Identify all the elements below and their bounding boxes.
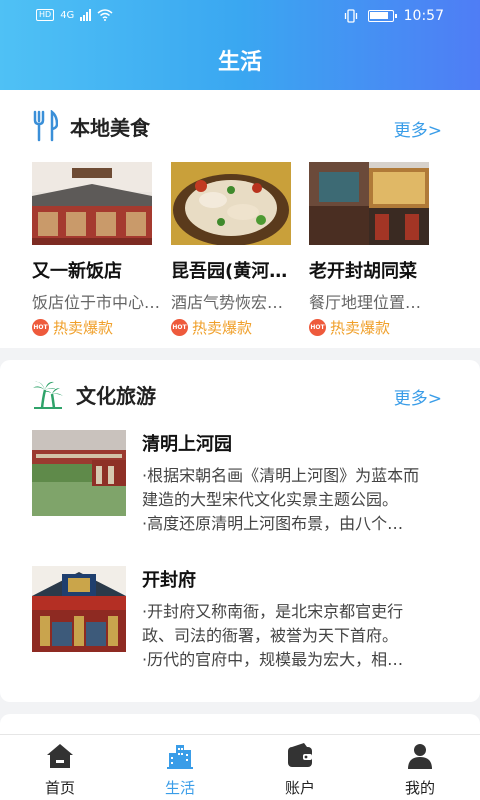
food-image	[171, 162, 291, 245]
food-more-link[interactable]: 更多>	[394, 116, 442, 141]
hot-badge-icon: HOT	[171, 319, 188, 336]
travel-image	[32, 430, 126, 516]
tab-label: 我的	[404, 779, 435, 797]
tab-mine[interactable]: 我的	[360, 735, 480, 800]
travel-section-title: 文化旅游	[76, 383, 156, 408]
travel-desc: ·开封府又称南衙，是北宋京都官吏行 政、司法的衙署，被誉为天下首府。 ·历代的官…	[142, 600, 432, 672]
food-section: 本地美食 更多> 又一新饭店 饭店位于市中心… HOT 热卖爆款 昆吾园(黄河……	[0, 90, 480, 348]
food-item[interactable]: 昆吾园(黄河… 酒店气势恢宏… HOT 热卖爆款	[171, 162, 291, 338]
tab-label: 首页	[44, 779, 75, 797]
user-icon	[408, 744, 432, 769]
food-item[interactable]: 又一新饭店 饭店位于市中心… HOT 热卖爆款	[32, 162, 160, 338]
travel-desc-line: 政、司法的衙署，被誉为天下首府。	[142, 626, 399, 645]
hot-label: 热卖爆款	[330, 319, 391, 337]
travel-desc-line: 建造的大型宋代文化实景主题公园。	[142, 490, 399, 509]
hot-tag: HOT 热卖爆款	[309, 317, 429, 338]
food-image	[32, 162, 152, 245]
hot-tag: HOT 热卖爆款	[171, 317, 291, 338]
food-desc: 酒店气势恢宏…	[171, 293, 284, 312]
food-image	[309, 162, 429, 245]
travel-desc: ·根据宋朝名画《清明上河图》为蓝本而 建造的大型宋代文化实景主题公园。 ·高度还…	[142, 464, 432, 536]
food-name: 昆吾园(黄河…	[171, 261, 288, 282]
hot-badge-icon: HOT	[309, 319, 326, 336]
hot-badge-icon: HOT	[32, 319, 49, 336]
travel-desc-line: ·高度还原清明上河图布景，由八个…	[142, 514, 404, 533]
wifi-icon	[97, 9, 113, 21]
travel-section: 文化旅游 更多> 清明上河园 ·根据宋朝名画《清明上河图》为蓝本而 建造的大型宋…	[0, 360, 480, 702]
palm-tree-icon	[33, 381, 63, 409]
signal-icon	[80, 9, 92, 21]
app-header: HD 4G 10:57 生活	[0, 0, 480, 90]
travel-item[interactable]: 清明上河园 ·根据宋朝名画《清明上河图》为蓝本而 建造的大型宋代文化实景主题公园…	[32, 430, 452, 540]
network-label: 4G	[60, 9, 75, 21]
hot-tag: HOT 热卖爆款	[32, 317, 152, 338]
food-name: 老开封胡同菜	[309, 261, 417, 282]
fork-knife-icon	[33, 110, 58, 142]
hot-label: 热卖爆款	[192, 319, 253, 337]
tab-account[interactable]: 账户	[240, 735, 360, 800]
page-title: 生活	[217, 50, 262, 75]
travel-section-header: 文化旅游	[32, 378, 156, 410]
tab-label: 生活	[164, 779, 195, 797]
travel-image	[32, 566, 126, 652]
travel-desc-line: ·历代的官府中，规模最为宏大，相…	[142, 650, 404, 669]
tab-life[interactable]: 生活	[120, 735, 240, 800]
travel-title: 清明上河园	[142, 434, 232, 455]
wallet-icon	[288, 743, 312, 767]
food-desc: 餐厅地理位置…	[309, 293, 422, 312]
tab-label: 账户	[284, 779, 315, 797]
tab-home[interactable]: 首页	[0, 735, 120, 800]
travel-title: 开封府	[142, 570, 196, 591]
hd-indicator: HD	[36, 9, 55, 21]
travel-desc-line: ·根据宋朝名画《清明上河图》为蓝本而	[142, 466, 420, 485]
bottom-tab-bar: 首页 生活 账户 我的	[0, 734, 480, 800]
food-section-title: 本地美食	[70, 115, 150, 140]
city-icon	[167, 745, 193, 769]
food-item[interactable]: 老开封胡同菜 餐厅地理位置… HOT 热卖爆款	[309, 162, 429, 338]
food-name: 又一新饭店	[32, 261, 122, 282]
travel-desc-line: ·开封府又称南衙，是北宋京都官吏行	[142, 602, 404, 621]
hot-label: 热卖爆款	[53, 319, 114, 337]
travel-item[interactable]: 开封府 ·开封府又称南衙，是北宋京都官吏行 政、司法的衙署，被誉为天下首府。 ·…	[32, 566, 452, 676]
status-bar: HD 4G 10:57	[0, 0, 480, 36]
home-icon	[47, 744, 73, 768]
battery-icon	[367, 10, 397, 22]
status-time: 10:57	[403, 8, 444, 24]
travel-more-link[interactable]: 更多>	[394, 384, 442, 409]
food-section-header: 本地美食	[32, 110, 150, 142]
food-desc: 饭店位于市中心…	[32, 293, 161, 312]
vibrate-icon	[344, 9, 357, 23]
